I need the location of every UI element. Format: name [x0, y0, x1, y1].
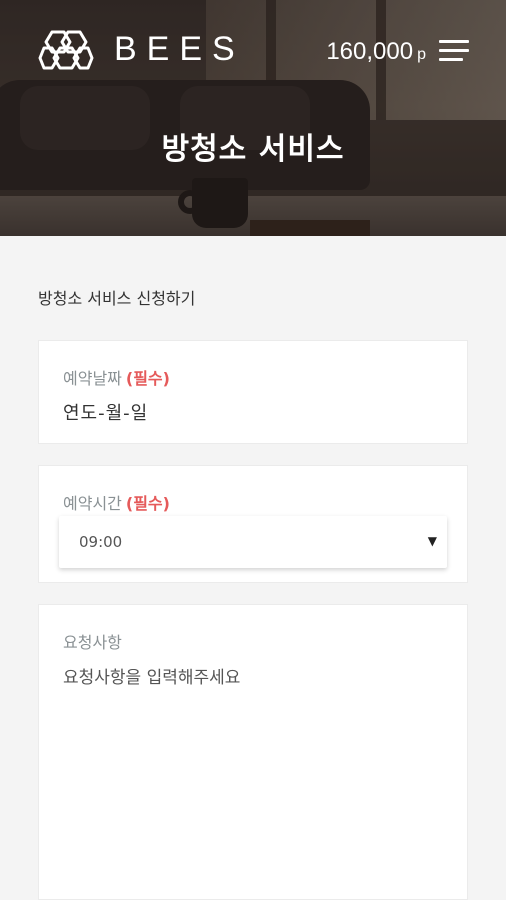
- top-header: BEES 160,000 p: [0, 0, 506, 104]
- section-title: 방청소 서비스 신청하기: [38, 289, 196, 308]
- points-balance[interactable]: 160,000 p: [326, 38, 426, 66]
- request-textarea[interactable]: 요청사항을 입력해주세요: [63, 663, 443, 863]
- date-card: 예약날짜 (필수) 연도-월-일: [38, 340, 468, 444]
- time-label-text: 예약시간: [63, 494, 122, 513]
- time-select[interactable]: 09:00 ▼: [59, 516, 447, 568]
- required-tag: (필수): [125, 369, 170, 388]
- time-select-value: 09:00: [79, 533, 123, 551]
- menu-icon[interactable]: [439, 40, 469, 62]
- date-input[interactable]: 연도-월-일: [63, 399, 443, 425]
- date-label-text: 예약날짜: [63, 369, 122, 388]
- request-label: 요청사항: [63, 633, 122, 652]
- hexagon-logo-icon[interactable]: [38, 28, 94, 72]
- points-unit: p: [417, 46, 426, 63]
- date-label: 예약날짜 (필수): [63, 365, 170, 389]
- time-card: 예약시간 (필수) 09:00 ▼: [38, 465, 468, 583]
- caret-down-icon: ▼: [427, 534, 437, 548]
- brand-name[interactable]: BEES: [114, 30, 245, 69]
- required-tag: (필수): [125, 494, 170, 513]
- request-card: 요청사항 요청사항을 입력해주세요: [38, 604, 468, 900]
- page-title: 방청소 서비스: [161, 132, 345, 167]
- points-value: 160,000: [326, 38, 414, 65]
- time-label: 예약시간 (필수): [63, 490, 170, 514]
